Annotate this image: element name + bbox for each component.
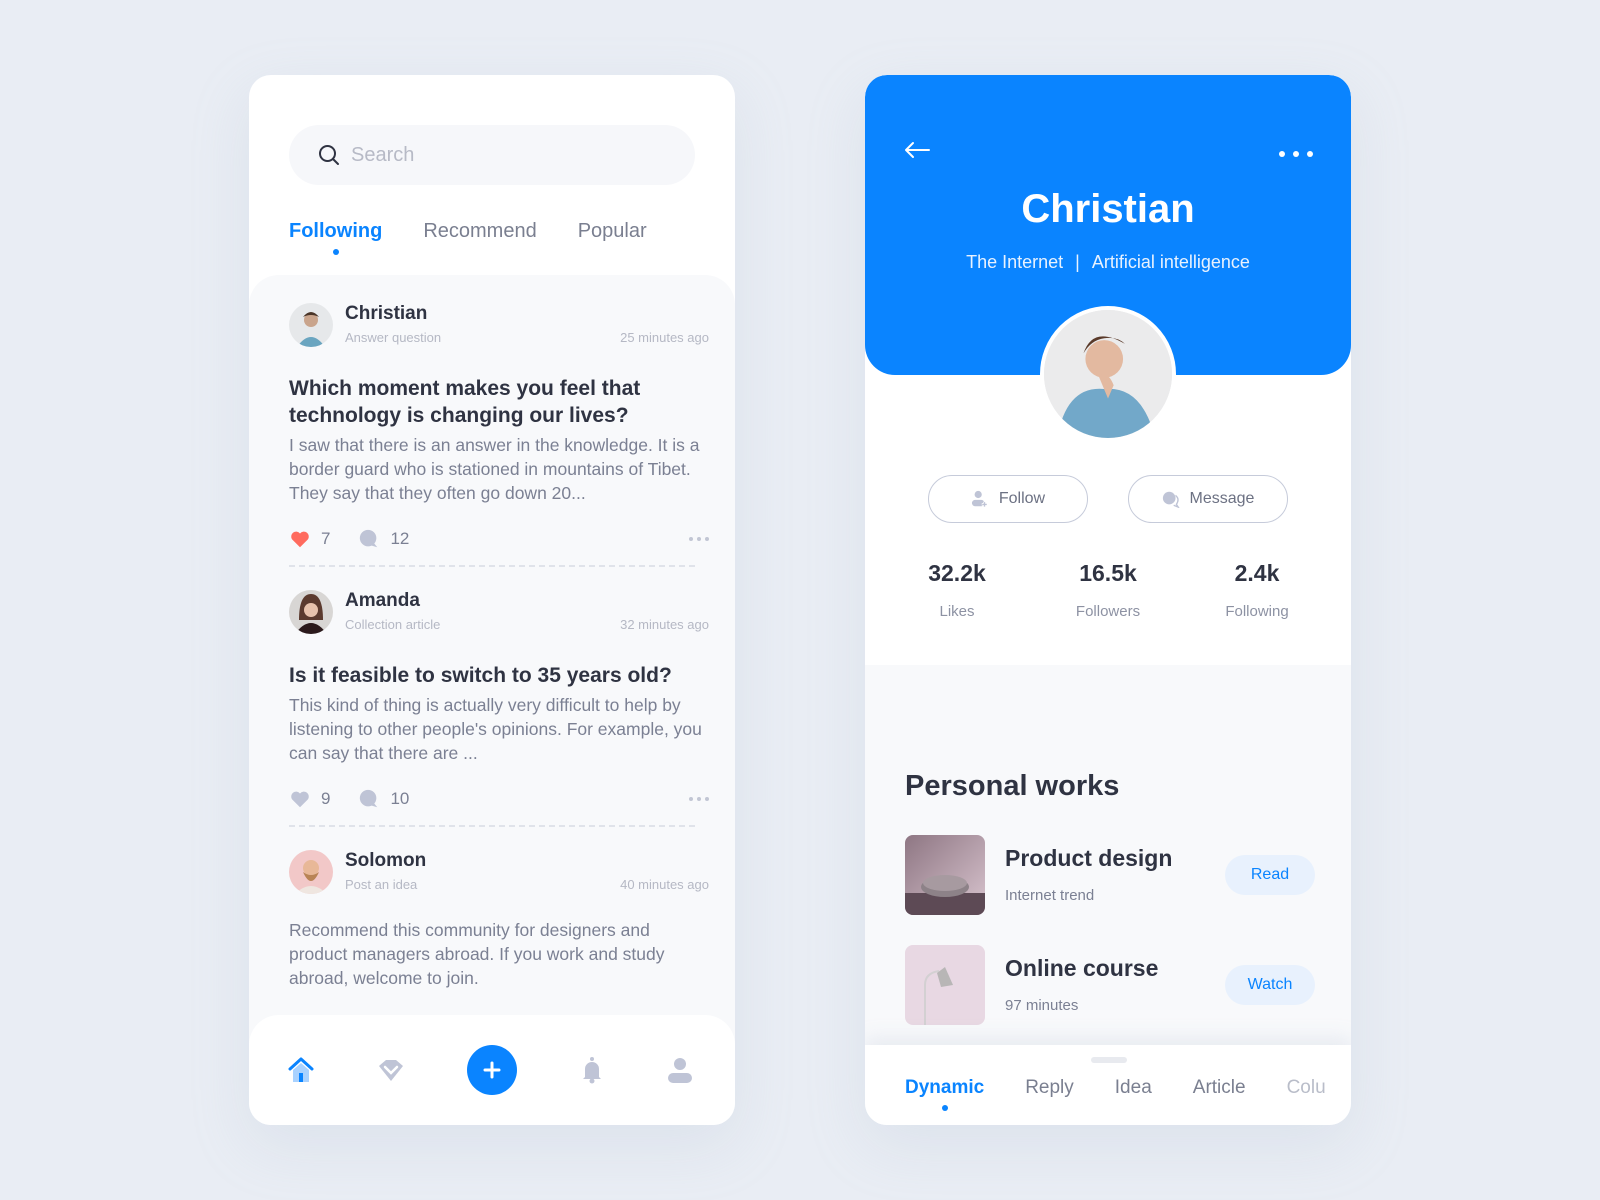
post-time: 25 minutes ago [620, 330, 709, 345]
tab-column[interactable]: Colu [1287, 1077, 1326, 1099]
stat-following[interactable]: 2.4k Following [1187, 560, 1327, 620]
post-body: Recommend this community for designers a… [289, 920, 665, 988]
follow-button[interactable]: Follow [928, 475, 1088, 523]
add-post-button[interactable] [467, 1045, 517, 1095]
tag[interactable]: Artificial intelligence [1092, 252, 1250, 272]
watch-button[interactable]: Watch [1225, 965, 1315, 1005]
plus-icon [483, 1061, 501, 1079]
author-name[interactable]: Christian [345, 303, 427, 325]
chat-icon [1162, 491, 1180, 508]
stat-likes: 32.2k Likes [887, 560, 1027, 620]
heart-icon[interactable] [289, 788, 311, 810]
work-item[interactable]: Product design Internet trend Read [905, 835, 1315, 915]
bell-icon[interactable] [577, 1055, 607, 1085]
tab-recommend[interactable]: Recommend [423, 220, 536, 243]
bottom-nav [249, 1015, 735, 1125]
post-item[interactable]: Amanda Collection article 32 minutes ago… [289, 590, 709, 811]
tag-separator: | [1075, 252, 1080, 272]
profile-tags: The Internet | Artificial intelligence [865, 252, 1351, 273]
stat-value: 16.5k [1079, 560, 1137, 586]
post-action-type: Answer question [345, 330, 442, 345]
stat-label: Followers [1075, 603, 1141, 620]
divider [289, 825, 695, 827]
work-subtitle: 97 minutes [1005, 997, 1079, 1014]
search-bar[interactable] [289, 125, 695, 185]
divider [289, 565, 695, 567]
back-arrow-icon[interactable] [903, 140, 931, 165]
avatar[interactable] [289, 590, 333, 634]
stat-value: 32.2k [928, 560, 986, 586]
tab-article[interactable]: Article [1193, 1077, 1246, 1099]
add-user-icon [971, 490, 988, 508]
stat-label: Likes [939, 603, 975, 620]
avatar[interactable] [289, 850, 333, 894]
tab-following[interactable]: Following [289, 220, 382, 255]
more-options-icon[interactable] [689, 537, 709, 541]
message-button[interactable]: Message [1128, 475, 1288, 523]
avatar[interactable] [289, 303, 333, 347]
like-count: 7 [321, 529, 331, 548]
section-title: Personal works [905, 770, 1120, 802]
post-body: This kind of thing is actually very diff… [289, 695, 702, 763]
more-options-icon[interactable] [689, 797, 709, 801]
post-body: I saw that there is an answer in the kno… [289, 435, 700, 503]
profile-screen: Personal works Product design Internet t… [865, 75, 1351, 1125]
post-time: 32 minutes ago [620, 617, 709, 632]
home-icon[interactable] [286, 1055, 316, 1085]
post-action-type: Collection article [345, 617, 441, 632]
post-item[interactable]: Solomon Post an idea 40 minutes ago Reco… [289, 850, 709, 990]
post-time: 40 minutes ago [620, 877, 709, 892]
work-thumbnail [905, 835, 985, 915]
post-item[interactable]: Christian Answer question 25 minutes ago… [289, 303, 709, 551]
tab-reply[interactable]: Reply [1025, 1077, 1074, 1099]
diamond-icon[interactable] [376, 1055, 406, 1085]
feed-tabs: Following Recommend Popular [289, 220, 647, 255]
heart-icon[interactable] [289, 528, 311, 550]
tag[interactable]: The Internet [966, 252, 1063, 272]
like-count: 9 [321, 789, 331, 808]
feed-screen: Following Recommend Popular Christian An… [249, 75, 735, 1125]
stat-label: Following [1225, 603, 1289, 620]
tab-idea[interactable]: Idea [1115, 1077, 1152, 1099]
tab-popular[interactable]: Popular [578, 220, 647, 243]
comment-count: 10 [390, 789, 410, 808]
message-label: Message [1189, 490, 1255, 507]
user-icon[interactable] [665, 1055, 695, 1085]
comment-icon[interactable] [358, 528, 380, 550]
search-icon [319, 145, 339, 165]
follow-label: Follow [998, 490, 1046, 507]
comment-count: 12 [390, 529, 410, 548]
tab-dynamic[interactable]: Dynamic [905, 1077, 984, 1111]
profile-tabs-bar: Dynamic Reply Idea Article Colu [865, 1045, 1351, 1125]
stat-followers[interactable]: 16.5k Followers [1038, 560, 1178, 620]
read-button[interactable]: Read [1225, 855, 1315, 895]
comment-icon[interactable] [358, 788, 380, 810]
post-title[interactable]: Is it feasible to switch to 35 years old… [289, 662, 709, 689]
post-title[interactable]: Which moment makes you feel that technol… [289, 375, 709, 429]
author-name[interactable]: Amanda [345, 590, 420, 612]
work-subtitle: Internet trend [1005, 887, 1095, 904]
drag-handle[interactable] [1091, 1057, 1127, 1063]
author-name[interactable]: Solomon [345, 850, 426, 872]
work-thumbnail [905, 945, 985, 1025]
work-item[interactable]: Online course 97 minutes Watch [905, 945, 1315, 1025]
profile-name: Christian [1021, 187, 1195, 231]
search-input[interactable] [351, 143, 671, 167]
stat-value: 2.4k [1234, 560, 1280, 586]
feed-list: Christian Answer question 25 minutes ago… [249, 275, 735, 1055]
post-action-type: Post an idea [345, 877, 418, 892]
work-title[interactable]: Product design [1005, 845, 1172, 872]
more-options-icon[interactable] [1279, 151, 1313, 157]
work-title[interactable]: Online course [1005, 955, 1158, 982]
profile-avatar[interactable] [1040, 306, 1176, 442]
